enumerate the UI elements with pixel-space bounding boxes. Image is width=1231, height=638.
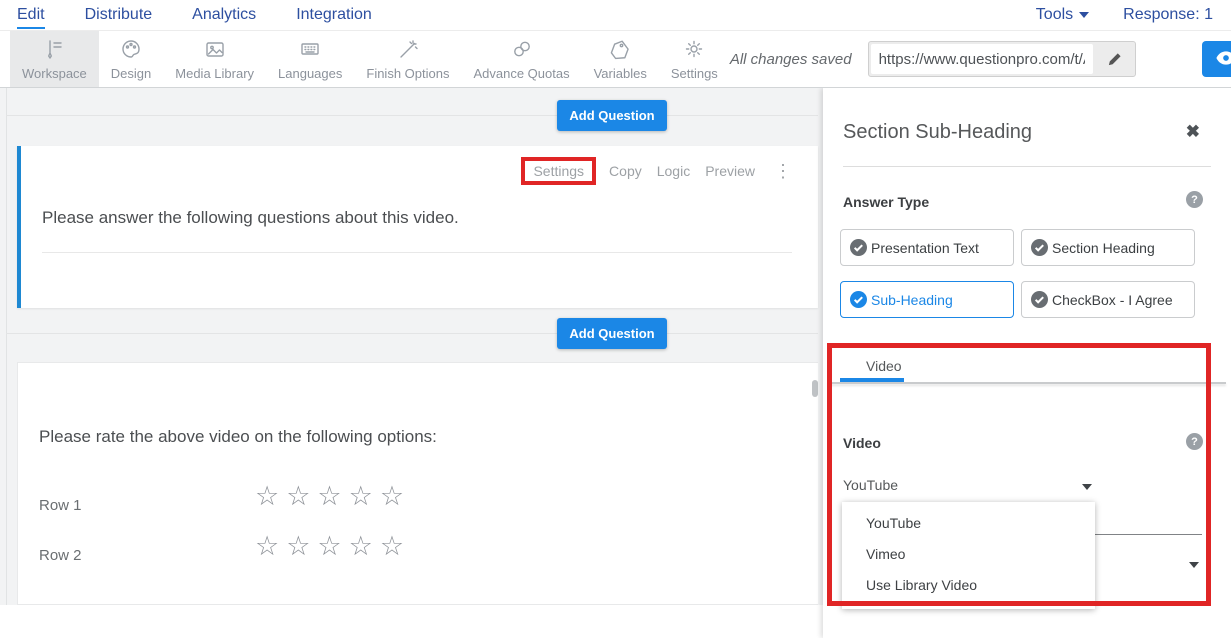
video-source-select[interactable]: YouTube	[843, 477, 898, 493]
rating-row-label: Row 2	[39, 547, 82, 564]
panel-divider	[843, 166, 1211, 167]
answer-type-label-text: Presentation Text	[871, 240, 979, 256]
toolbar-item-label: Media Library	[175, 66, 254, 81]
answer-type-label-text: CheckBox - I Agree	[1052, 292, 1173, 308]
question-settings-panel: Section Sub-Heading ✖ Answer Type ? Pres…	[823, 88, 1231, 638]
tab-divider	[828, 382, 1226, 384]
answer-type-sub-heading[interactable]: Sub-Heading	[840, 281, 1014, 318]
top-nav: Edit Distribute Analytics Integration To…	[0, 0, 1231, 31]
dropdown-option-use-library-video[interactable]: Use Library Video	[842, 570, 1095, 601]
annotation-settings-highlight: Settings	[521, 157, 596, 185]
keyboard-icon	[299, 38, 321, 63]
answer-type-label-text: Section Heading	[1052, 240, 1155, 256]
question1-text[interactable]: Please answer the following questions ab…	[42, 208, 459, 228]
panel-title: Section Sub-Heading	[843, 121, 1032, 144]
tag-icon	[609, 38, 631, 63]
palette-icon	[120, 38, 142, 63]
question-actions: Settings Copy Logic Preview ⋮	[523, 162, 792, 180]
toolbar-item-label: Variables	[594, 66, 647, 81]
workspace-icon	[43, 38, 65, 63]
dropdown-option-vimeo[interactable]: Vimeo	[842, 539, 1095, 570]
toolbar-item-settings[interactable]: Settings	[659, 31, 730, 87]
question-logic-link[interactable]: Logic	[657, 163, 690, 179]
dropdown-option-youtube[interactable]: YouTube	[842, 508, 1095, 539]
scrollbar-thumb[interactable]	[812, 380, 818, 397]
primary-tabs: Edit Distribute Analytics Integration	[0, 2, 372, 29]
chevron-down-icon	[1079, 12, 1089, 18]
section-divider	[6, 115, 818, 116]
star-rating-row[interactable]: ☆☆☆☆☆	[255, 531, 411, 562]
nav-right: Tools Response: 1	[1036, 6, 1231, 24]
question1-underline	[42, 252, 792, 253]
page-left-edge	[6, 88, 7, 605]
survey-url-group	[868, 41, 1136, 77]
add-question-button-middle[interactable]: Add Question	[557, 318, 667, 349]
check-circle-icon	[1031, 291, 1048, 308]
toolbar-item-label: Languages	[278, 66, 342, 81]
toolbar-item-label: Workspace	[22, 66, 87, 81]
answer-type-checkbox-i-agree[interactable]: CheckBox - I Agree	[1021, 281, 1195, 318]
magic-wand-icon	[397, 38, 419, 63]
section-divider	[6, 333, 818, 334]
close-icon[interactable]: ✖	[1186, 122, 1200, 142]
question-settings-link[interactable]: Settings	[533, 163, 584, 179]
answer-type-section-heading[interactable]: Section Heading	[1021, 229, 1195, 266]
toolbar-item-advance-quotas[interactable]: Advance Quotas	[461, 31, 581, 87]
question-preview-link[interactable]: Preview	[705, 163, 755, 179]
chevron-down-icon[interactable]	[1082, 484, 1092, 490]
survey-editor-canvas: Add Question Settings Copy Logic Preview…	[0, 88, 1231, 638]
edit-pencil-icon[interactable]	[1095, 52, 1135, 67]
toolbar-item-design[interactable]: Design	[99, 31, 163, 87]
page-bottom	[0, 605, 823, 638]
add-question-button-top[interactable]: Add Question	[557, 100, 667, 131]
toolbar-item-media-library[interactable]: Media Library	[163, 31, 266, 87]
help-icon[interactable]: ?	[1186, 191, 1203, 208]
answer-type-label-text: Sub-Heading	[871, 292, 953, 308]
nav-tab-edit[interactable]: Edit	[17, 2, 45, 29]
question-card-subheading: Settings Copy Logic Preview ⋮ Please ans…	[17, 146, 818, 308]
nav-tab-integration[interactable]: Integration	[296, 2, 372, 29]
questionpro-survey-editor: Edit Distribute Analytics Integration To…	[0, 0, 1231, 638]
question2-text[interactable]: Please rate the above video on the follo…	[39, 427, 437, 447]
image-icon	[204, 38, 226, 63]
nav-tab-distribute[interactable]: Distribute	[85, 2, 153, 29]
chevron-down-icon[interactable]	[1189, 562, 1199, 568]
video-field-label: Video	[843, 435, 881, 451]
video-source-dropdown: YouTube Vimeo Use Library Video	[842, 502, 1095, 609]
answer-type-label: Answer Type	[843, 194, 929, 210]
check-circle-icon	[1031, 239, 1048, 256]
preview-eye-button[interactable]	[1202, 41, 1231, 77]
response-count-link[interactable]: Response: 1	[1123, 6, 1213, 24]
toolbar-item-label: Settings	[671, 66, 718, 81]
check-circle-icon	[850, 239, 867, 256]
answer-type-grid: Presentation Text Section Heading Sub-He…	[840, 229, 1195, 318]
toolbar-item-languages[interactable]: Languages	[266, 31, 354, 87]
question-card-star-rating: Please rate the above video on the follo…	[17, 362, 818, 605]
question-copy-link[interactable]: Copy	[609, 163, 642, 179]
tools-menu[interactable]: Tools	[1036, 6, 1089, 24]
kebab-menu-icon[interactable]: ⋮	[774, 162, 792, 180]
toolbar-item-label: Design	[111, 66, 151, 81]
toolbar-item-label: Advance Quotas	[473, 66, 569, 81]
save-status: All changes saved	[730, 51, 852, 68]
gear-icon	[683, 38, 705, 63]
answer-type-presentation-text[interactable]: Presentation Text	[840, 229, 1014, 266]
toolbar-right: All changes saved	[730, 31, 1231, 87]
toolbar-item-workspace[interactable]: Workspace	[10, 31, 99, 87]
help-icon[interactable]: ?	[1186, 433, 1203, 450]
tab-video[interactable]: Video	[866, 358, 902, 374]
star-rating-row[interactable]: ☆☆☆☆☆	[255, 481, 411, 512]
toolbar-item-finish-options[interactable]: Finish Options	[354, 31, 461, 87]
survey-url-input[interactable]	[871, 44, 1093, 74]
chain-links-icon	[511, 38, 533, 63]
toolbar-item-variables[interactable]: Variables	[582, 31, 659, 87]
rating-row-label: Row 1	[39, 497, 82, 514]
editor-toolbar: Workspace Design Media Library Languages…	[0, 31, 1231, 88]
nav-tab-analytics[interactable]: Analytics	[192, 2, 256, 29]
toolbar-item-label: Finish Options	[366, 66, 449, 81]
check-circle-icon	[850, 291, 867, 308]
tools-label: Tools	[1036, 6, 1073, 24]
eye-icon	[1216, 51, 1231, 68]
